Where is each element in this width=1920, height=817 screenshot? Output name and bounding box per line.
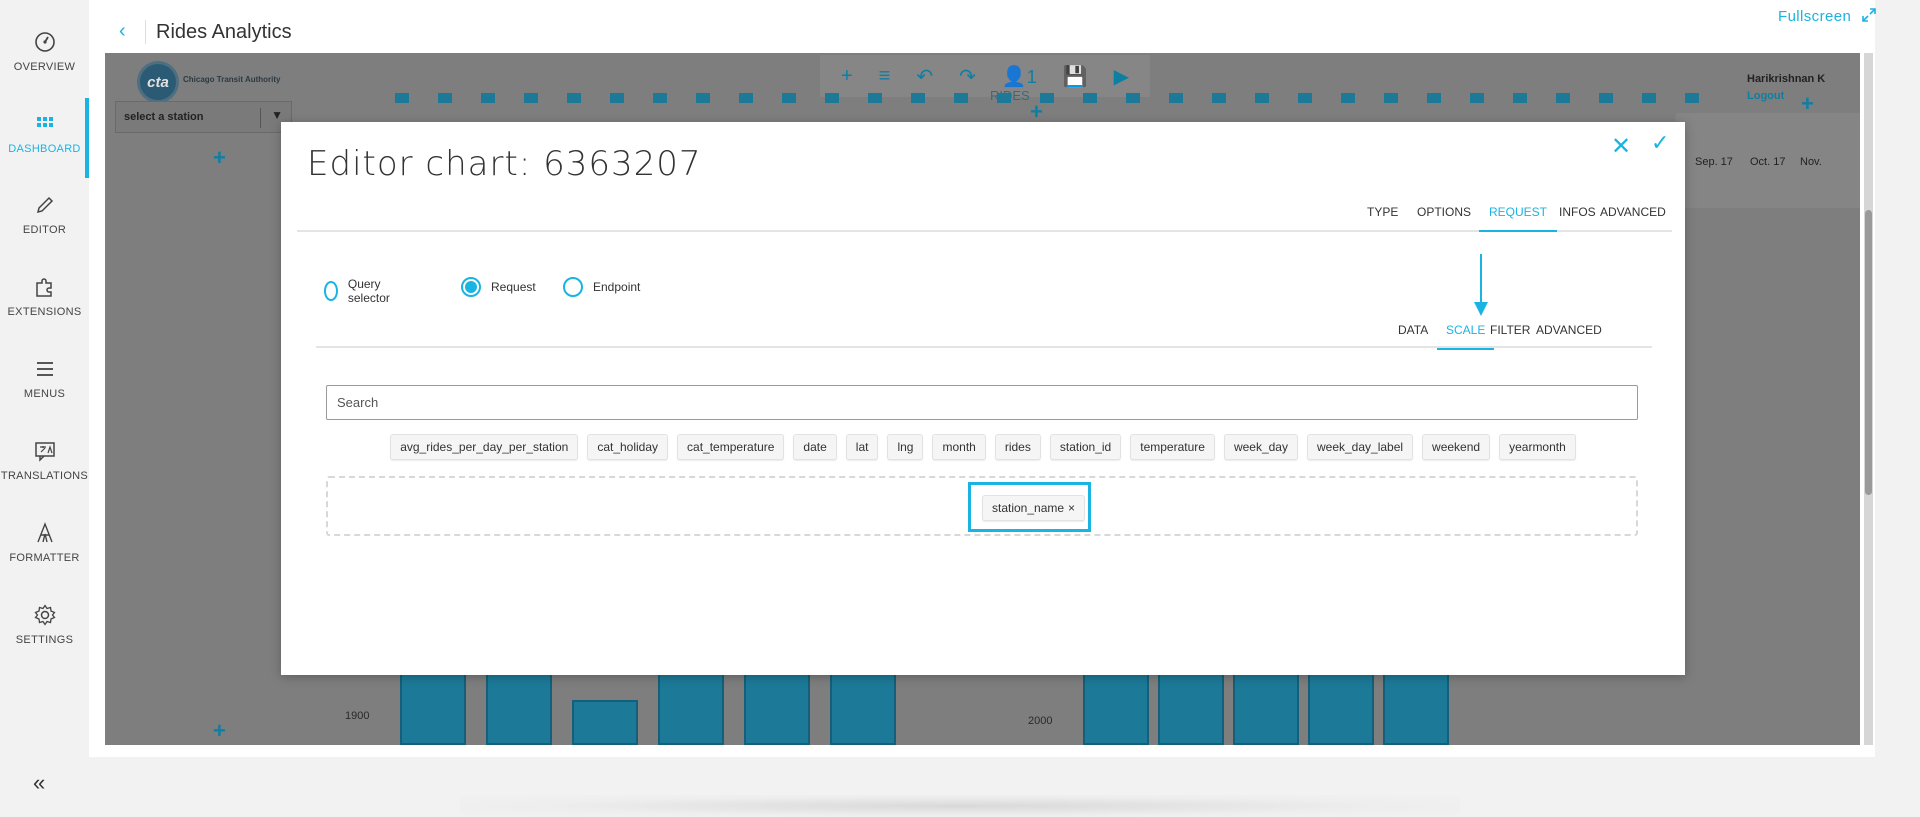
tab-data[interactable]: DATA [1398, 318, 1428, 350]
radio-label: Endpoint [593, 280, 641, 294]
nav-dashboard[interactable]: DASHBOARD [0, 98, 89, 178]
nav-menus-label: MENUS [23, 387, 66, 400]
arrow-down-icon [1474, 302, 1488, 316]
field-chip[interactable]: lng [887, 434, 924, 460]
nav-extensions-label: EXTENSIONS [7, 305, 82, 318]
collapse-sidebar-icon[interactable]: « [33, 770, 45, 796]
gauge-icon [33, 30, 57, 54]
tab-advanced[interactable]: ADVANCED [1600, 200, 1666, 232]
request-sub-tabs: DATA SCALE FILTER ADVANCED [316, 318, 1652, 350]
chart-bar [744, 670, 810, 745]
nav-overview-label: OVERVIEW [13, 60, 76, 73]
title-divider [145, 20, 146, 44]
chart-bar [830, 670, 896, 745]
radio-circle [461, 277, 481, 297]
expand-icon[interactable] [1862, 8, 1876, 22]
field-chip[interactable]: cat_temperature [677, 434, 785, 460]
hamburger-icon [33, 357, 57, 381]
selected-field-chip[interactable]: station_name × [982, 495, 1086, 521]
field-chip[interactable]: station_id [1049, 434, 1122, 460]
scale-dropzone[interactable]: station_name × [326, 476, 1638, 536]
gear-icon [33, 603, 57, 627]
chart-bar [658, 670, 724, 745]
tab-infos[interactable]: INFOS [1559, 200, 1596, 232]
chart-bar [1158, 670, 1224, 745]
field-chip[interactable]: cat_holiday [587, 434, 669, 460]
translate-icon [33, 439, 57, 463]
field-chip[interactable]: week_day_label [1306, 434, 1414, 460]
selection-highlight: station_name × [968, 482, 1091, 532]
chart-bar [1233, 670, 1299, 745]
radio-circle [563, 277, 583, 297]
y-axis-label: 2000 [1028, 715, 1053, 727]
grid-icon [33, 112, 57, 136]
nav-overview[interactable]: OVERVIEW [0, 16, 89, 86]
chart-bar [572, 700, 638, 745]
editor-tabs: TYPE OPTIONS REQUEST INFOS ADVANCED [297, 200, 1672, 232]
field-chip[interactable]: weekend [1422, 434, 1491, 460]
page-title: Rides Analytics [156, 21, 292, 43]
nav-formatter-label: FORMATTER [9, 551, 80, 564]
sidebar: OVERVIEW DASHBOARD EDITOR EXTENSIONS MEN… [0, 0, 89, 817]
tab-request[interactable]: REQUEST [1479, 200, 1558, 232]
field-chip[interactable]: month [932, 434, 986, 460]
tab-type[interactable]: TYPE [1367, 200, 1398, 232]
field-chip[interactable]: yearmonth [1499, 434, 1576, 460]
pointer-arrow [1480, 254, 1482, 304]
chart-bar [400, 670, 466, 745]
field-chip[interactable]: date [793, 434, 837, 460]
nav-translations-label: TRANSLATIONS [0, 469, 89, 482]
nav-dashboard-label: DASHBOARD [8, 142, 81, 155]
nav-editor-label: EDITOR [22, 223, 67, 236]
tab-scale[interactable]: SCALE [1437, 318, 1495, 350]
nav-editor[interactable]: EDITOR [0, 179, 89, 249]
nav-settings[interactable]: SETTINGS [0, 589, 89, 659]
selected-field-label: station_name [992, 501, 1065, 515]
nav-formatter[interactable]: FORMATTER [0, 507, 89, 577]
back-icon[interactable]: ‹ [119, 20, 126, 43]
scrollbar-thumb[interactable] [1865, 210, 1872, 495]
chart-bar [1308, 670, 1374, 745]
field-chip-list: avg_rides_per_day_per_station cat_holida… [281, 434, 1685, 460]
puzzle-icon [33, 275, 57, 299]
field-chip[interactable]: week_day [1223, 434, 1298, 460]
field-chip[interactable]: temperature [1130, 434, 1215, 460]
tab-filter[interactable]: FILTER [1490, 318, 1530, 350]
chart-editor-modal: Editor chart: 6363207 ✕ ✓ TYPE OPTIONS R… [281, 122, 1685, 675]
modal-title: Editor chart: 6363207 [307, 144, 702, 184]
page-bottom-shadow [460, 795, 1460, 817]
field-chip[interactable]: lat [845, 434, 879, 460]
nav-translations[interactable]: TRANSLATIONS [0, 425, 89, 495]
chart-bar [1083, 670, 1149, 745]
field-search-input[interactable] [326, 385, 1638, 420]
confirm-check-icon[interactable]: ✓ [1651, 130, 1669, 156]
radio-label: Query selector [347, 277, 390, 305]
radio-endpoint[interactable]: Endpoint [563, 277, 640, 297]
close-icon[interactable]: ✕ [1611, 132, 1631, 161]
pencil-icon [33, 193, 57, 217]
nav-settings-label: SETTINGS [15, 633, 74, 646]
chart-bar [486, 670, 552, 745]
field-chip[interactable]: avg_rides_per_day_per_station [390, 434, 579, 460]
y-axis-label: 1900 [345, 710, 370, 722]
tab-options[interactable]: OPTIONS [1417, 200, 1471, 232]
remove-icon[interactable]: × [1068, 501, 1075, 515]
radio-request[interactable]: Request [461, 277, 536, 297]
radio-selected-dot [465, 281, 477, 293]
nav-menus[interactable]: MENUS [0, 343, 89, 413]
field-chip[interactable]: rides [994, 434, 1041, 460]
nav-extensions[interactable]: EXTENSIONS [0, 261, 89, 331]
radio-label: Request [491, 280, 536, 294]
formatter-icon [33, 521, 57, 545]
radio-circle [324, 281, 338, 301]
tab-advanced-sub[interactable]: ADVANCED [1536, 318, 1602, 350]
fullscreen-button[interactable]: Fullscreen [1778, 8, 1851, 25]
chart-bar [1383, 670, 1449, 745]
radio-query-selector[interactable]: Query selector [324, 277, 396, 305]
